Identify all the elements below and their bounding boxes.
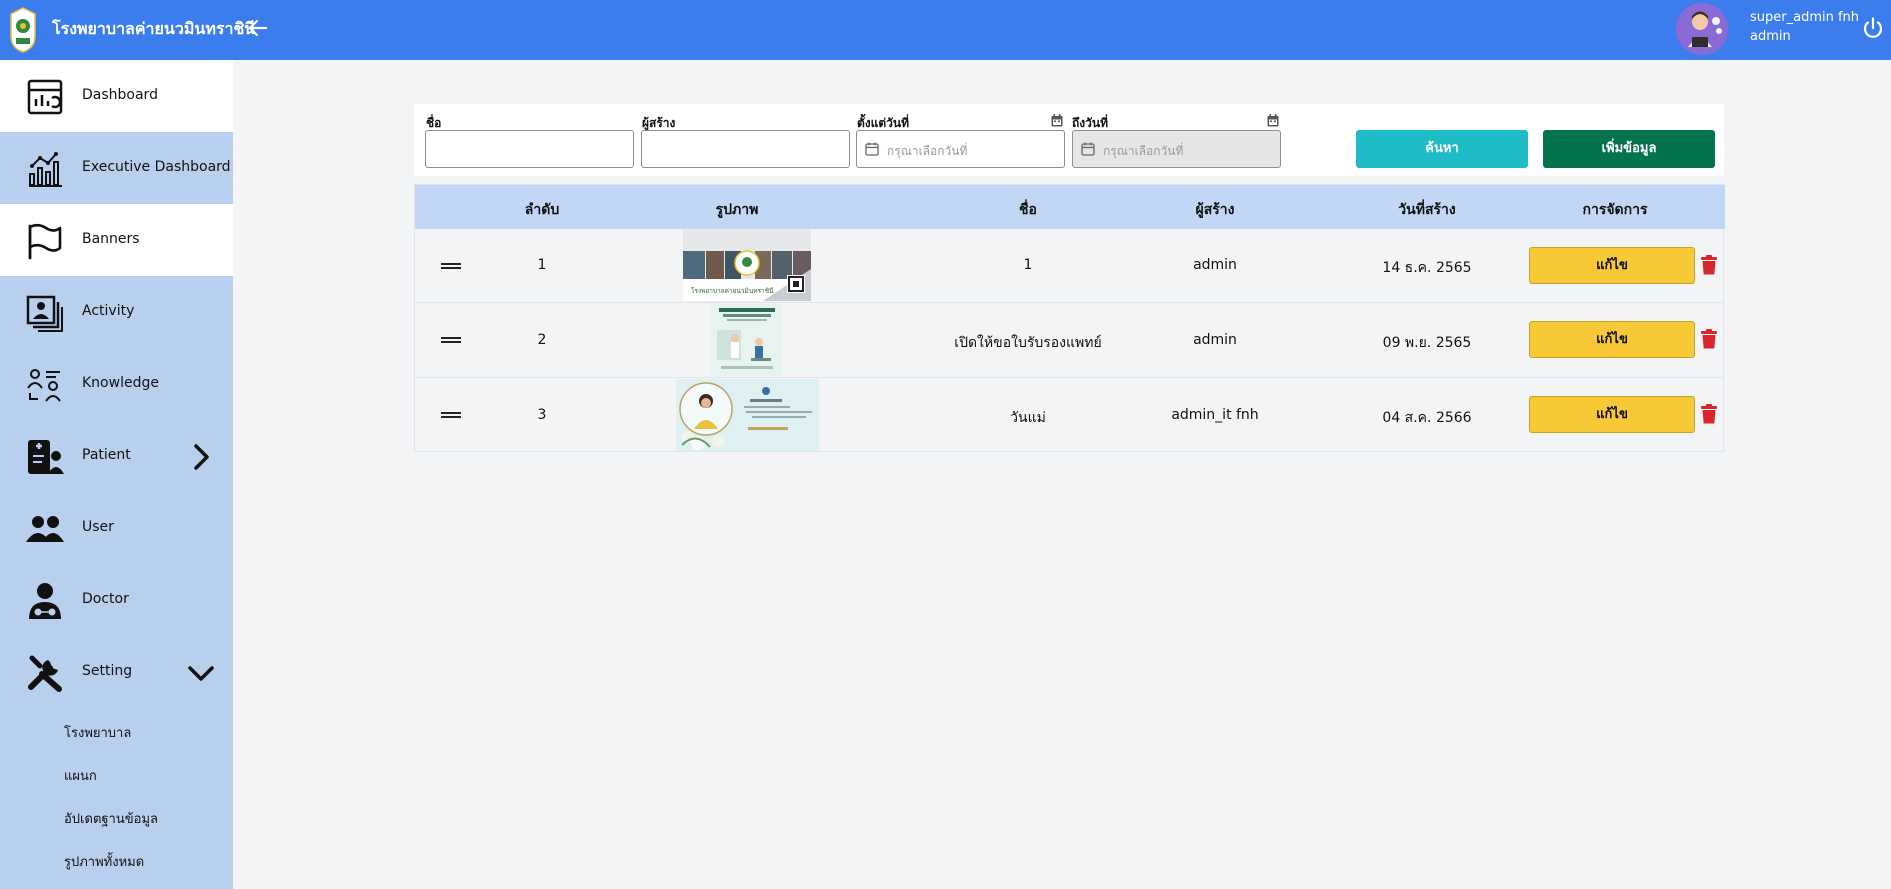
setting-sub-update-database[interactable]: อัปเดตฐานข้อมูล bbox=[64, 808, 158, 829]
doctor-icon bbox=[29, 583, 61, 619]
sidebar-item-knowledge[interactable]: Knowledge bbox=[0, 348, 233, 420]
edit-button[interactable]: แก้ไข bbox=[1529, 321, 1695, 358]
sidebar-item-user[interactable]: User bbox=[0, 492, 233, 564]
banner-image-medical-certificate bbox=[711, 304, 783, 376]
chevron-down-icon[interactable] bbox=[186, 658, 216, 688]
calendar-outline-icon bbox=[865, 142, 879, 156]
cell-creator: admin bbox=[1193, 257, 1237, 273]
sidebar-item-label: Doctor bbox=[82, 591, 129, 607]
cell-order: 1 bbox=[537, 257, 547, 273]
trash-icon[interactable] bbox=[1701, 255, 1717, 275]
banner-image-hospital: โรงพยาบาลค่ายนวมินทราชินี bbox=[683, 229, 811, 301]
drag-handle-icon[interactable] bbox=[441, 335, 461, 345]
sidebar-item-activity[interactable]: Activity bbox=[0, 276, 233, 348]
sidebar-item-label: Setting bbox=[82, 663, 133, 679]
activity-icon bbox=[26, 295, 63, 332]
banner-image-mothers-day bbox=[676, 379, 819, 451]
header-manage: การจัดการ bbox=[1582, 202, 1648, 218]
creator-filter-input[interactable] bbox=[641, 130, 850, 168]
cell-name: เปิดให้ขอใบรับรองแพทย์ bbox=[954, 335, 1102, 351]
sidebar-item-dashboard[interactable]: Dashboard bbox=[0, 60, 233, 132]
banner-thumbnail[interactable]: โรงพยาบาลค่ายนวมินทราชินี bbox=[683, 229, 811, 301]
name-filter-input[interactable] bbox=[425, 130, 634, 168]
setting-sub-department[interactable]: แผนก bbox=[64, 765, 97, 786]
drag-handle-icon[interactable] bbox=[441, 261, 461, 271]
table-row: 3 วันแม่ admin_it fnh 04 ส.ค. 2566 แก้ไข bbox=[415, 378, 1725, 453]
power-icon[interactable] bbox=[1861, 16, 1885, 40]
table-row: 2 เปิดให้ขอใบรับรองแพทย์ admin 09 พ.ย. 2… bbox=[415, 303, 1725, 378]
cell-name: วันแม่ bbox=[1010, 410, 1046, 426]
sidebar-item-label: Knowledge bbox=[82, 375, 159, 391]
knowledge-icon bbox=[27, 369, 61, 402]
sidebar-item-label: Banners bbox=[82, 231, 140, 247]
trash-icon[interactable] bbox=[1701, 404, 1717, 424]
cell-created-date: 09 พ.ย. 2565 bbox=[1382, 335, 1472, 351]
sidebar-item-patient[interactable]: Patient bbox=[0, 420, 233, 492]
chart-icon bbox=[29, 152, 62, 187]
calendar-icon bbox=[1267, 114, 1279, 127]
sidebar-item-label: User bbox=[82, 519, 114, 535]
edit-button[interactable]: แก้ไข bbox=[1529, 396, 1695, 433]
header-created-date: วันที่สร้าง bbox=[1398, 202, 1456, 218]
user-role: admin bbox=[1750, 29, 1791, 44]
sidebar-item-banners[interactable]: Banners bbox=[0, 204, 233, 276]
avatar-illustration-icon bbox=[1676, 3, 1728, 55]
drag-handle-icon[interactable] bbox=[441, 410, 461, 420]
cell-order: 2 bbox=[537, 332, 547, 348]
cell-name: 1 bbox=[1023, 257, 1033, 273]
sidebar: Dashboard Executive Dashboard Banners Ac… bbox=[0, 60, 233, 889]
table-row: 1 โรงพยาบาลค่ายนวมินทราชินี 1 admin 14 ธ… bbox=[415, 229, 1725, 303]
app-title: โรงพยาบาลค่ายนวมินทราชินี bbox=[52, 19, 256, 38]
user-avatar[interactable] bbox=[1676, 3, 1728, 55]
sidebar-item-executive-dashboard[interactable]: Executive Dashboard bbox=[0, 132, 233, 204]
edit-button[interactable]: แก้ไข bbox=[1529, 247, 1695, 284]
header-name: ชื่อ bbox=[1019, 202, 1037, 218]
search-button[interactable]: ค้นหา bbox=[1356, 130, 1528, 168]
filter-panel: ชื่อ ผู้สร้าง ตั้งแต่วันที่ กรุณาเลือกวั… bbox=[414, 104, 1724, 176]
banners-table: ลำดับ รูปภาพ ชื่อ ผู้สร้าง วันที่สร้าง ก… bbox=[414, 184, 1725, 453]
banner-thumbnail[interactable] bbox=[676, 379, 819, 451]
setting-icon bbox=[28, 655, 62, 692]
setting-sub-all-images[interactable]: รูปภาพทั้งหมด bbox=[64, 851, 144, 872]
dashboard-icon bbox=[27, 79, 63, 115]
cell-creator: admin_it fnh bbox=[1171, 407, 1259, 423]
top-bar: โรงพยาบาลค่ายนวมินทราชินี super_admin fn… bbox=[0, 0, 1891, 60]
flag-icon bbox=[28, 223, 62, 260]
sidebar-item-label: Activity bbox=[82, 303, 135, 319]
sidebar-item-setting[interactable]: Setting bbox=[0, 636, 233, 708]
header-order: ลำดับ bbox=[524, 202, 560, 218]
from-date-picker[interactable]: กรุณาเลือกวันที่ bbox=[856, 130, 1065, 168]
table-header: ลำดับ รูปภาพ ชื่อ ผู้สร้าง วันที่สร้าง ก… bbox=[415, 185, 1725, 229]
banner-image-caption: โรงพยาบาลค่ายนวมินทราชินี bbox=[691, 287, 774, 295]
cell-creator: admin bbox=[1193, 332, 1237, 348]
sidebar-item-label: Patient bbox=[82, 447, 131, 463]
setting-sub-hospital[interactable]: โรงพยาบาล bbox=[64, 722, 131, 743]
to-date-picker[interactable]: กรุณาเลือกวันที่ bbox=[1072, 130, 1281, 168]
to-date-placeholder: กรุณาเลือกวันที่ bbox=[1103, 144, 1184, 158]
users-icon bbox=[26, 516, 64, 542]
patient-icon bbox=[28, 440, 64, 474]
header-creator: ผู้สร้าง bbox=[1195, 202, 1235, 218]
header-image: รูปภาพ bbox=[715, 202, 759, 218]
calendar-icon bbox=[1051, 114, 1063, 127]
hospital-logo bbox=[10, 7, 36, 53]
back-arrow-icon[interactable] bbox=[246, 16, 270, 40]
add-data-button[interactable]: เพิ่มข้อมูล bbox=[1543, 130, 1715, 168]
sidebar-item-doctor[interactable]: Doctor bbox=[0, 564, 233, 636]
user-name: super_admin fnh bbox=[1750, 10, 1860, 25]
banner-thumbnail[interactable] bbox=[711, 304, 783, 376]
trash-icon[interactable] bbox=[1701, 329, 1717, 349]
from-date-placeholder: กรุณาเลือกวันที่ bbox=[887, 144, 968, 158]
chevron-right-icon[interactable] bbox=[186, 442, 216, 472]
calendar-outline-icon bbox=[1081, 142, 1095, 156]
cell-order: 3 bbox=[537, 407, 547, 423]
cell-created-date: 04 ส.ค. 2566 bbox=[1382, 410, 1472, 426]
cell-created-date: 14 ธ.ค. 2565 bbox=[1382, 260, 1472, 276]
sidebar-item-label: Dashboard bbox=[82, 87, 158, 103]
sidebar-item-label: Executive Dashboard bbox=[82, 159, 231, 175]
